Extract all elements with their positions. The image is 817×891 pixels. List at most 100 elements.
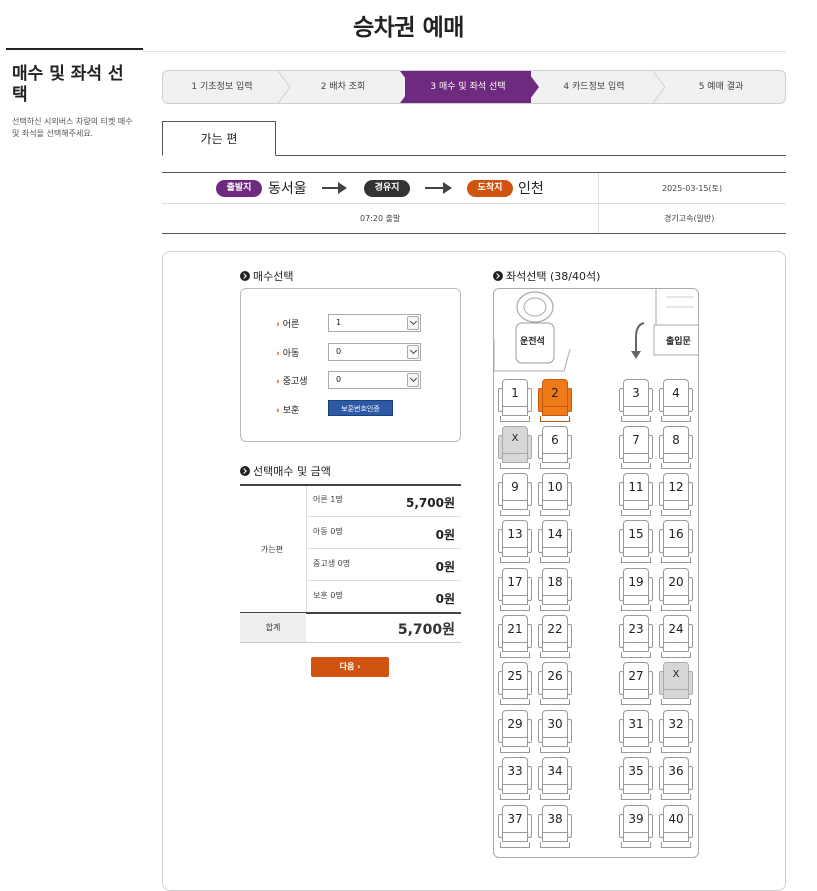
count-box [240,288,461,442]
price-section-title: 선택매수 및 금액 [240,463,331,479]
seat[interactable]: 29 [498,710,532,753]
step-1: 1 기초정보 입력 [191,82,253,92]
voucher-verify-button[interactable]: 보훈번호인증 [328,400,393,416]
chevron-down-icon [407,345,419,359]
step-progress: 1 기초정보 입력 2 배차 조회 3 매수 및 좌석 선택 4 카드정보 입력… [162,70,786,104]
seat-number: 27 [628,669,644,683]
seat[interactable]: 15 [619,520,653,563]
seat-number: 13 [507,527,523,541]
driver-area-icon [494,289,698,372]
seat[interactable]: 6 [538,426,572,469]
top-divider [143,51,786,52]
seat[interactable]: 36 [659,757,693,800]
page-title: 승차권 예매 [353,15,464,41]
seat[interactable]: 7 [619,426,653,469]
seat-number: 20 [668,575,684,589]
seat[interactable]: 25 [498,662,532,705]
seat[interactable]: 37 [498,805,532,848]
tab-outbound[interactable]: 가는 편 [162,121,276,156]
seat[interactable]: 39 [619,805,653,848]
seat[interactable]: 38 [538,805,572,848]
seat[interactable]: 32 [659,710,693,753]
seat-number: 16 [668,527,684,541]
door-label: 출입문 [666,337,691,347]
seat[interactable]: 26 [538,662,572,705]
seat[interactable]: 24 [659,615,693,658]
route-border-top [162,172,786,173]
seat[interactable]: 10 [538,473,572,516]
seat-number: 38 [547,812,563,826]
seat[interactable]: 11 [619,473,653,516]
chevron-down-icon [407,316,419,330]
seat-number: 32 [668,717,684,731]
seat[interactable]: 18 [538,568,572,611]
seat[interactable]: 33 [498,757,532,800]
child-select[interactable]: 0 [328,343,421,361]
seat[interactable]: 34 [538,757,572,800]
seat[interactable]: 22 [538,615,572,658]
seat-number: 29 [507,717,523,731]
seat-number: 12 [668,480,684,494]
arrive-place: 인천 [518,181,544,197]
depart-time: 07:20 출발 [360,214,401,223]
seat[interactable]: 17 [498,568,532,611]
seat-number: 34 [547,764,563,778]
seat[interactable]: 40 [659,805,693,848]
price-group-label: 가는편 [261,545,284,554]
total-value: 5,700원 [397,622,455,638]
seat[interactable]: 8 [659,426,693,469]
seat-number: 23 [628,622,644,636]
seat-number: 39 [628,812,644,826]
price-value-child: 0원 [435,528,455,542]
seat-number: 2 [551,386,559,400]
seat-number: 35 [628,764,644,778]
step-chevron-icon [523,71,539,103]
seat-selected[interactable]: 2 [538,379,572,422]
adult-select[interactable]: 1 [328,314,421,332]
seat[interactable]: 27 [619,662,653,705]
seat-number: 37 [507,812,523,826]
seat[interactable]: 21 [498,615,532,658]
step-4: 4 카드정보 입력 [563,82,625,92]
seat-number: 3 [632,386,640,400]
seat[interactable]: 35 [619,757,653,800]
seat-number: 15 [628,527,644,541]
student-select[interactable]: 0 [328,371,421,389]
seat[interactable]: 23 [619,615,653,658]
seat[interactable]: 20 [659,568,693,611]
seat[interactable]: 19 [619,568,653,611]
count-section-title: 매수선택 [240,268,293,284]
step-chevron-icon [277,71,291,103]
depart-place: 동서울 [268,181,307,197]
seat[interactable]: 31 [619,710,653,753]
seat-number: 4 [672,386,680,400]
seat[interactable]: 9 [498,473,532,516]
next-button[interactable]: 다음 › [311,657,389,677]
seat[interactable]: 1 [498,379,532,422]
seat-taken: X [659,662,693,705]
seat[interactable]: 13 [498,520,532,563]
row-divider [306,548,461,549]
seat[interactable]: 16 [659,520,693,563]
seat-number: 31 [628,717,644,731]
seat-number: 19 [628,575,644,589]
seat[interactable]: 12 [659,473,693,516]
price-label-adult: 어른 1명 [313,495,343,504]
chevron-circle-icon [240,466,250,476]
step-2: 2 배차 조회 [320,82,366,92]
seat-number: 17 [507,575,523,589]
price-value-student: 0원 [435,560,455,574]
seat[interactable]: 3 [619,379,653,422]
depart-date: 2025-03-15(토) [662,184,723,193]
arrow-icon [425,187,443,189]
seat-taken: X [498,426,532,469]
arrive-badge: 도착지 [467,180,513,197]
price-label-voucher: 보훈 0명 [313,591,343,600]
child-label: 아동 [276,346,300,359]
seat[interactable]: 30 [538,710,572,753]
seat[interactable]: 4 [659,379,693,422]
seat-number: 25 [507,669,523,683]
seat-number: 33 [507,764,523,778]
seat-number: 40 [668,812,684,826]
seat[interactable]: 14 [538,520,572,563]
